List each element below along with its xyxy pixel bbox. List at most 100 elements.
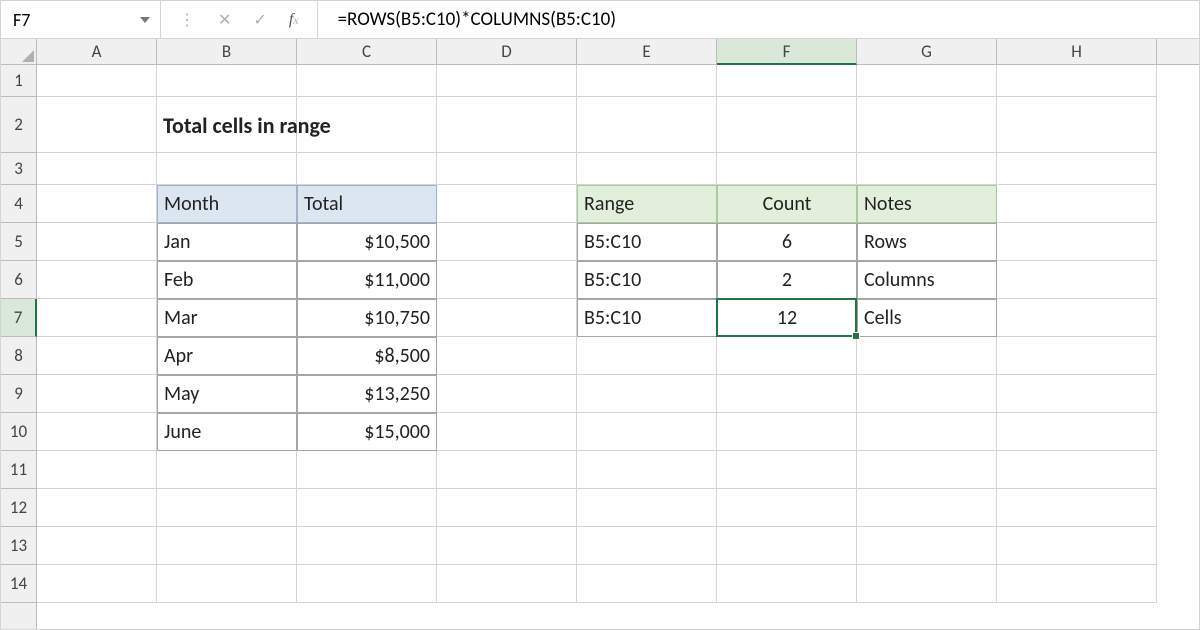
cell-E10[interactable] xyxy=(577,413,717,451)
table1-month-4[interactable]: May xyxy=(157,375,297,413)
cell-F11[interactable] xyxy=(717,451,857,489)
cell-E12[interactable] xyxy=(577,489,717,527)
cell-D14[interactable] xyxy=(437,565,577,603)
table1-total-3[interactable]: $8,500 xyxy=(297,337,437,375)
cell-G8[interactable] xyxy=(857,337,997,375)
select-all-corner[interactable] xyxy=(1,39,37,65)
cell-A9[interactable] xyxy=(37,375,157,413)
cell-A13[interactable] xyxy=(37,527,157,565)
name-box[interactable] xyxy=(1,1,161,38)
cell-H11[interactable] xyxy=(997,451,1157,489)
cell-F14[interactable] xyxy=(717,565,857,603)
row-header-1[interactable]: 1 xyxy=(1,65,36,97)
cell-G14[interactable] xyxy=(857,565,997,603)
row-header-4[interactable]: 4 xyxy=(1,185,36,223)
cell-G9[interactable] xyxy=(857,375,997,413)
cell-E14[interactable] xyxy=(577,565,717,603)
cell-D4[interactable] xyxy=(437,185,577,223)
cell-G1[interactable] xyxy=(857,65,997,97)
row-header-10[interactable]: 10 xyxy=(1,413,36,451)
table1-total-0[interactable]: $10,500 xyxy=(297,223,437,261)
col-header-F[interactable]: F xyxy=(717,39,857,65)
cell-C14[interactable] xyxy=(297,565,437,603)
cell-A6[interactable] xyxy=(37,261,157,299)
cell-G2[interactable] xyxy=(857,97,997,153)
col-header-A[interactable]: A xyxy=(37,39,157,64)
cell-A7[interactable] xyxy=(37,299,157,337)
cell-A4[interactable] xyxy=(37,185,157,223)
cell-D7[interactable] xyxy=(437,299,577,337)
cell-F1[interactable] xyxy=(717,65,857,97)
fx-icon[interactable]: fx xyxy=(289,11,299,29)
cell-E13[interactable] xyxy=(577,527,717,565)
cell-H4[interactable] xyxy=(997,185,1157,223)
cell-B13[interactable] xyxy=(157,527,297,565)
cell-D13[interactable] xyxy=(437,527,577,565)
row-header-2[interactable]: 2 xyxy=(1,97,36,153)
name-box-input[interactable] xyxy=(11,8,111,32)
cell-G12[interactable] xyxy=(857,489,997,527)
enter-icon[interactable]: ✓ xyxy=(253,10,266,30)
cell-C3[interactable] xyxy=(297,153,437,185)
table2-range-2[interactable]: B5:C10 xyxy=(577,299,717,337)
table1-total-1[interactable]: $11,000 xyxy=(297,261,437,299)
row-header-12[interactable]: 12 xyxy=(1,489,36,527)
table1-month-2[interactable]: Mar xyxy=(157,299,297,337)
cell-E11[interactable] xyxy=(577,451,717,489)
table2-count-2[interactable]: 12 xyxy=(717,299,857,337)
row-header-14[interactable]: 14 xyxy=(1,565,36,603)
col-header-G[interactable]: G xyxy=(857,39,997,64)
col-header-H[interactable]: H xyxy=(997,39,1157,64)
table2-header-1[interactable]: Count xyxy=(717,185,857,223)
row-header-9[interactable]: 9 xyxy=(1,375,36,413)
table1-total-5[interactable]: $15,000 xyxy=(297,413,437,451)
table1-month-3[interactable]: Apr xyxy=(157,337,297,375)
cell-F10[interactable] xyxy=(717,413,857,451)
cell-H3[interactable] xyxy=(997,153,1157,185)
table1-month-5[interactable]: June xyxy=(157,413,297,451)
cell-A1[interactable] xyxy=(37,65,157,97)
title-cell[interactable]: Total cells in range xyxy=(157,97,577,153)
cell-D5[interactable] xyxy=(437,223,577,261)
cells[interactable]: Total cells in rangeMonthTotalJan$10,500… xyxy=(37,65,1199,629)
col-header-D[interactable]: D xyxy=(437,39,577,64)
cell-H13[interactable] xyxy=(997,527,1157,565)
cell-E3[interactable] xyxy=(577,153,717,185)
table2-range-0[interactable]: B5:C10 xyxy=(577,223,717,261)
cell-D11[interactable] xyxy=(437,451,577,489)
cell-B14[interactable] xyxy=(157,565,297,603)
cell-E8[interactable] xyxy=(577,337,717,375)
cell-D10[interactable] xyxy=(437,413,577,451)
cell-C1[interactable] xyxy=(297,65,437,97)
cell-H10[interactable] xyxy=(997,413,1157,451)
table2-count-0[interactable]: 6 xyxy=(717,223,857,261)
cell-B3[interactable] xyxy=(157,153,297,185)
cell-F12[interactable] xyxy=(717,489,857,527)
cell-A3[interactable] xyxy=(37,153,157,185)
cell-F3[interactable] xyxy=(717,153,857,185)
cell-H7[interactable] xyxy=(997,299,1157,337)
cell-A2[interactable] xyxy=(37,97,157,153)
cell-D6[interactable] xyxy=(437,261,577,299)
formula-input[interactable] xyxy=(336,1,1181,38)
cell-B11[interactable] xyxy=(157,451,297,489)
cancel-icon[interactable]: ✕ xyxy=(218,10,231,30)
cell-D1[interactable] xyxy=(437,65,577,97)
table1-header-0[interactable]: Month xyxy=(157,185,297,223)
cell-G13[interactable] xyxy=(857,527,997,565)
table2-notes-0[interactable]: Rows xyxy=(857,223,997,261)
cell-F13[interactable] xyxy=(717,527,857,565)
table2-range-1[interactable]: B5:C10 xyxy=(577,261,717,299)
cell-D8[interactable] xyxy=(437,337,577,375)
table2-notes-2[interactable]: Cells xyxy=(857,299,997,337)
col-header-B[interactable]: B xyxy=(157,39,297,64)
row-header-8[interactable]: 8 xyxy=(1,337,36,375)
cell-D9[interactable] xyxy=(437,375,577,413)
cell-A5[interactable] xyxy=(37,223,157,261)
cell-A8[interactable] xyxy=(37,337,157,375)
cell-E2[interactable] xyxy=(577,97,717,153)
row-header-7[interactable]: 7 xyxy=(1,299,37,337)
table1-header-1[interactable]: Total xyxy=(297,185,437,223)
cell-F2[interactable] xyxy=(717,97,857,153)
cell-G3[interactable] xyxy=(857,153,997,185)
